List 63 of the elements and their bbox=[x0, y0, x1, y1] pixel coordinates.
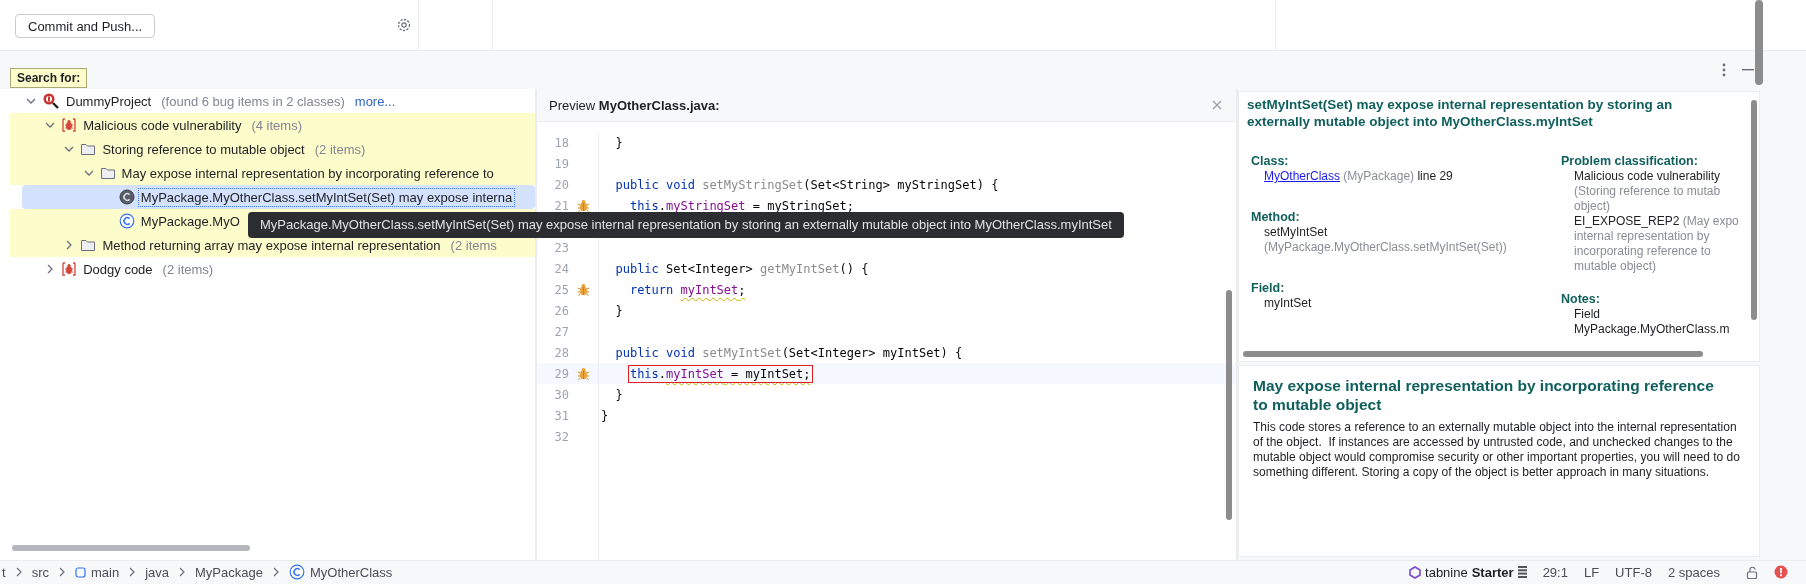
description-title: May expose internal representation by incorporating reference to mutable object bbox=[1253, 376, 1715, 414]
description-text: This code stores a reference to an externally mutable object into the internal representation of the object. If instances are accessed by untrusted code, and unchecked changes to the mutable object would compromise security or other important properties, you will need to do something different. Storing a copy of the object is better approach in many situations. bbox=[1253, 420, 1741, 480]
code-line: return myIntSet; bbox=[628, 282, 746, 297]
code-line: this.myStringSet = myStringSet; bbox=[628, 198, 854, 213]
line-number: 27 bbox=[553, 324, 569, 339]
code-line: public void setMyStringSet(Set<String> myStringSet) { bbox=[614, 177, 999, 192]
detail-text: object) bbox=[1573, 199, 1612, 214]
line-number: 32 bbox=[553, 429, 569, 444]
tree-label: Method returning array may expose internal representation bbox=[101, 236, 442, 254]
tree-label: May expose internal representation by incorporating reference to bbox=[120, 164, 495, 182]
tree-label: MyPackage.MyO bbox=[139, 212, 241, 230]
preview-title: Preview MyOtherClass.java: bbox=[549, 97, 720, 113]
line-text: line 29 bbox=[1417, 169, 1453, 183]
method-signature: (MyPackage.MyOtherClass.setMyIntSet(Set)) bbox=[1263, 240, 1508, 255]
line-number: 21 bbox=[553, 198, 569, 213]
line-number: 29 bbox=[553, 366, 569, 381]
code-line: } bbox=[614, 387, 623, 402]
detail-text: (May expo bbox=[1682, 214, 1739, 228]
note-text: MyPackage.MyOtherClass.m bbox=[1573, 322, 1731, 337]
code-line: public Set<Integer> getMyIntSet() { bbox=[614, 261, 869, 276]
section-label: Class: bbox=[1251, 154, 1290, 169]
field-name: myIntSet bbox=[1263, 296, 1313, 311]
detail-text: internal representation by bbox=[1573, 229, 1711, 244]
note-text: Field bbox=[1573, 307, 1601, 322]
item-count: (2 items bbox=[450, 237, 497, 253]
code-line: public void setMyIntSet(Set<Integer> myIntSet) { bbox=[614, 345, 963, 360]
method-name: setMyIntSet bbox=[1263, 225, 1329, 240]
detail-text: (Storing reference to mutab bbox=[1573, 184, 1722, 199]
code-line: } bbox=[614, 135, 623, 150]
detail-text: mutable object) bbox=[1573, 259, 1658, 274]
section-label: Field: bbox=[1251, 281, 1286, 296]
section-label: Problem classification: bbox=[1561, 154, 1699, 169]
line-number: 31 bbox=[553, 408, 569, 423]
issue-title: setMyIntSet(Set) may expose internal representation by storing an externally mutable object into MyOtherClass.myIntSet bbox=[1247, 96, 1674, 130]
line-number: 18 bbox=[553, 135, 569, 150]
line-number: 26 bbox=[553, 303, 569, 318]
pattern-code: EI_EXPOSE_REP2 bbox=[1574, 214, 1680, 228]
item-count: (4 items) bbox=[251, 117, 302, 133]
line-number: 23 bbox=[553, 240, 569, 255]
line-number: 20 bbox=[553, 177, 569, 192]
code-line: this.myIntSet = myIntSet; bbox=[628, 366, 811, 381]
code-line: } bbox=[614, 303, 623, 318]
line-number: 30 bbox=[553, 387, 569, 402]
item-count: (2 items) bbox=[314, 141, 366, 157]
tree-label: MyPackage.MyOtherClass.setMyIntSet(Set) may expose interna bbox=[138, 188, 515, 206]
tree-label: Dodgy code bbox=[82, 260, 154, 278]
detail-text: incorporating reference to bbox=[1573, 244, 1712, 259]
package-name: (MyPackage) bbox=[1343, 169, 1415, 183]
tree-label: DummyProject bbox=[65, 92, 153, 110]
code-line: } bbox=[600, 408, 609, 423]
tooltip: MyPackage.MyOtherClass.setMyIntSet(Set) may expose internal representation by storing an externally mutable object into MyOtherClass.myIntSet bbox=[248, 212, 1124, 238]
item-count: (2 items) bbox=[162, 261, 214, 277]
line-number: 25 bbox=[553, 282, 569, 297]
section-label: Method: bbox=[1251, 210, 1301, 225]
line-number: 24 bbox=[553, 261, 569, 276]
line-number: 28 bbox=[553, 345, 569, 360]
item-count: (found 6 bug items in 2 classes) bbox=[161, 93, 345, 109]
search-label: Search for: bbox=[10, 68, 88, 88]
line-number: 19 bbox=[553, 156, 569, 171]
category-text: Malicious code vulnerability bbox=[1573, 169, 1722, 184]
tree-label: Storing reference to mutable object bbox=[101, 140, 306, 158]
section-label: Notes: bbox=[1561, 292, 1601, 307]
tree-label: Malicious code vulnerability bbox=[82, 116, 243, 134]
